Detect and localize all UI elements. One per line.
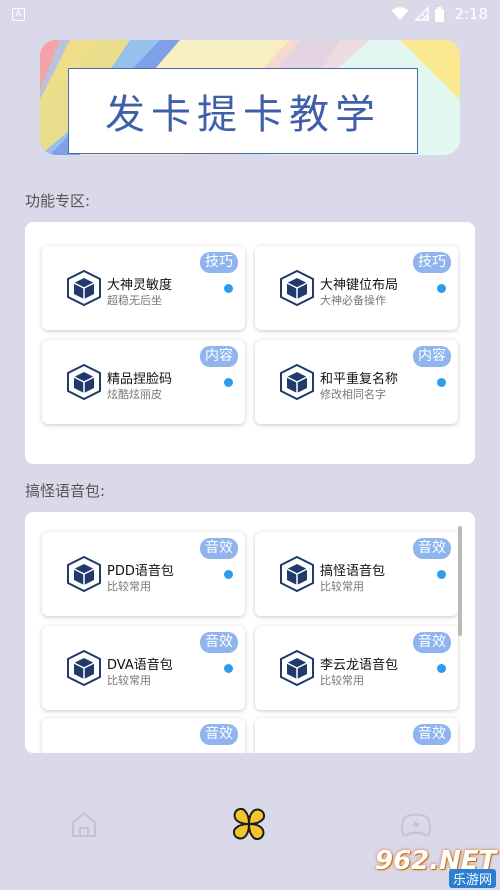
voice-card-partial-right[interactable]: 音效	[255, 718, 458, 753]
card-title: 搞怪语音包	[320, 564, 386, 579]
card-badge: 内容	[200, 346, 238, 367]
card-subtitle: 炫酷炫丽皮	[107, 388, 162, 401]
voice-card-li-yunlong[interactable]: 李云龙语音包 比较常用 音效	[255, 626, 458, 710]
cube-icon	[67, 269, 101, 307]
status-dot	[224, 284, 233, 293]
card-title: 李云龙语音包	[320, 658, 399, 673]
watermark: 962.NET 乐游网	[375, 846, 500, 890]
status-dot	[224, 570, 233, 579]
voice-card-funny[interactable]: 搞怪语音包 比较常用 音效	[255, 532, 458, 616]
card-title: 大神灵敏度	[107, 278, 173, 293]
feature-card-keymap[interactable]: 大神键位布局 大神必备操作 技巧	[255, 246, 458, 330]
status-dot	[224, 378, 233, 387]
features-panel: 大神灵敏度 超稳无后坐 技巧 大神键位布局 大神必备操作 技巧 精品捏脸码 炫酷…	[25, 222, 475, 464]
card-subtitle: 比较常用	[107, 674, 151, 687]
voice-section-label: 搞怪语音包:	[25, 482, 106, 500]
card-title: 精品捏脸码	[107, 372, 173, 387]
card-badge: 技巧	[200, 252, 238, 273]
feature-card-face-code[interactable]: 精品捏脸码 炫酷炫丽皮 内容	[42, 340, 245, 424]
card-subtitle: 比较常用	[320, 674, 364, 687]
features-section-label: 功能专区:	[25, 192, 91, 210]
banner-frame: 发卡提卡教学	[68, 68, 418, 154]
card-title: 和平重复名称	[320, 372, 399, 387]
card-subtitle: 修改相同名字	[320, 388, 386, 401]
battery-icon	[435, 6, 445, 22]
banner-title: 发卡提卡教学	[105, 92, 381, 138]
card-badge: 音效	[413, 538, 451, 559]
app-notification-icon: A	[12, 7, 25, 21]
voice-panel[interactable]: PDD语音包 比较常用 音效 搞怪语音包 比较常用 音效 DVA语音包 比较常用…	[25, 512, 475, 753]
clover-icon	[232, 807, 266, 841]
card-subtitle: 超稳无后坐	[107, 294, 162, 307]
feature-card-sensitivity[interactable]: 大神灵敏度 超稳无后坐 技巧	[42, 246, 245, 330]
scrollbar[interactable]	[458, 526, 462, 636]
cube-icon	[67, 363, 101, 401]
cube-icon	[280, 363, 314, 401]
status-dot	[437, 664, 446, 673]
clock: 2:18	[454, 5, 488, 23]
status-dot	[224, 664, 233, 673]
feature-card-duplicate-name[interactable]: 和平重复名称 修改相同名字 内容	[255, 340, 458, 424]
signal-off-icon	[415, 7, 430, 21]
nav-home[interactable]	[64, 804, 104, 844]
nav-games[interactable]	[396, 804, 436, 844]
cube-icon	[280, 269, 314, 307]
card-badge: 内容	[413, 346, 451, 367]
status-dot	[437, 284, 446, 293]
card-subtitle: 大神必备操作	[320, 294, 386, 307]
card-title: PDD语音包	[107, 564, 174, 579]
cube-icon	[280, 555, 314, 593]
watermark-sub: 乐游网	[448, 869, 496, 888]
home-icon	[72, 812, 96, 837]
banner[interactable]: 发卡提卡教学	[40, 40, 460, 155]
card-badge: 技巧	[413, 252, 451, 273]
status-dot	[437, 378, 446, 387]
status-left: A	[12, 7, 25, 21]
card-badge: 音效	[200, 632, 238, 653]
voice-card-partial-left[interactable]: 音效	[42, 718, 245, 753]
card-badge: 音效	[413, 724, 451, 745]
card-title: DVA语音包	[107, 658, 173, 673]
card-subtitle: 比较常用	[320, 580, 364, 593]
status-bar: A 2:18	[0, 0, 500, 28]
cube-icon	[67, 649, 101, 687]
cube-icon	[280, 649, 314, 687]
gamepad-icon	[400, 813, 432, 837]
card-badge: 音效	[413, 632, 451, 653]
card-subtitle: 比较常用	[107, 580, 151, 593]
card-badge: 音效	[200, 538, 238, 559]
status-right: 2:18	[391, 5, 488, 23]
wifi-icon	[391, 7, 409, 20]
cube-icon	[67, 555, 101, 593]
nav-tools[interactable]	[229, 804, 269, 844]
card-badge: 音效	[200, 724, 238, 745]
voice-card-dva[interactable]: DVA语音包 比较常用 音效	[42, 626, 245, 710]
card-title: 大神键位布局	[320, 278, 399, 293]
voice-card-pdd[interactable]: PDD语音包 比较常用 音效	[42, 532, 245, 616]
status-dot	[437, 570, 446, 579]
